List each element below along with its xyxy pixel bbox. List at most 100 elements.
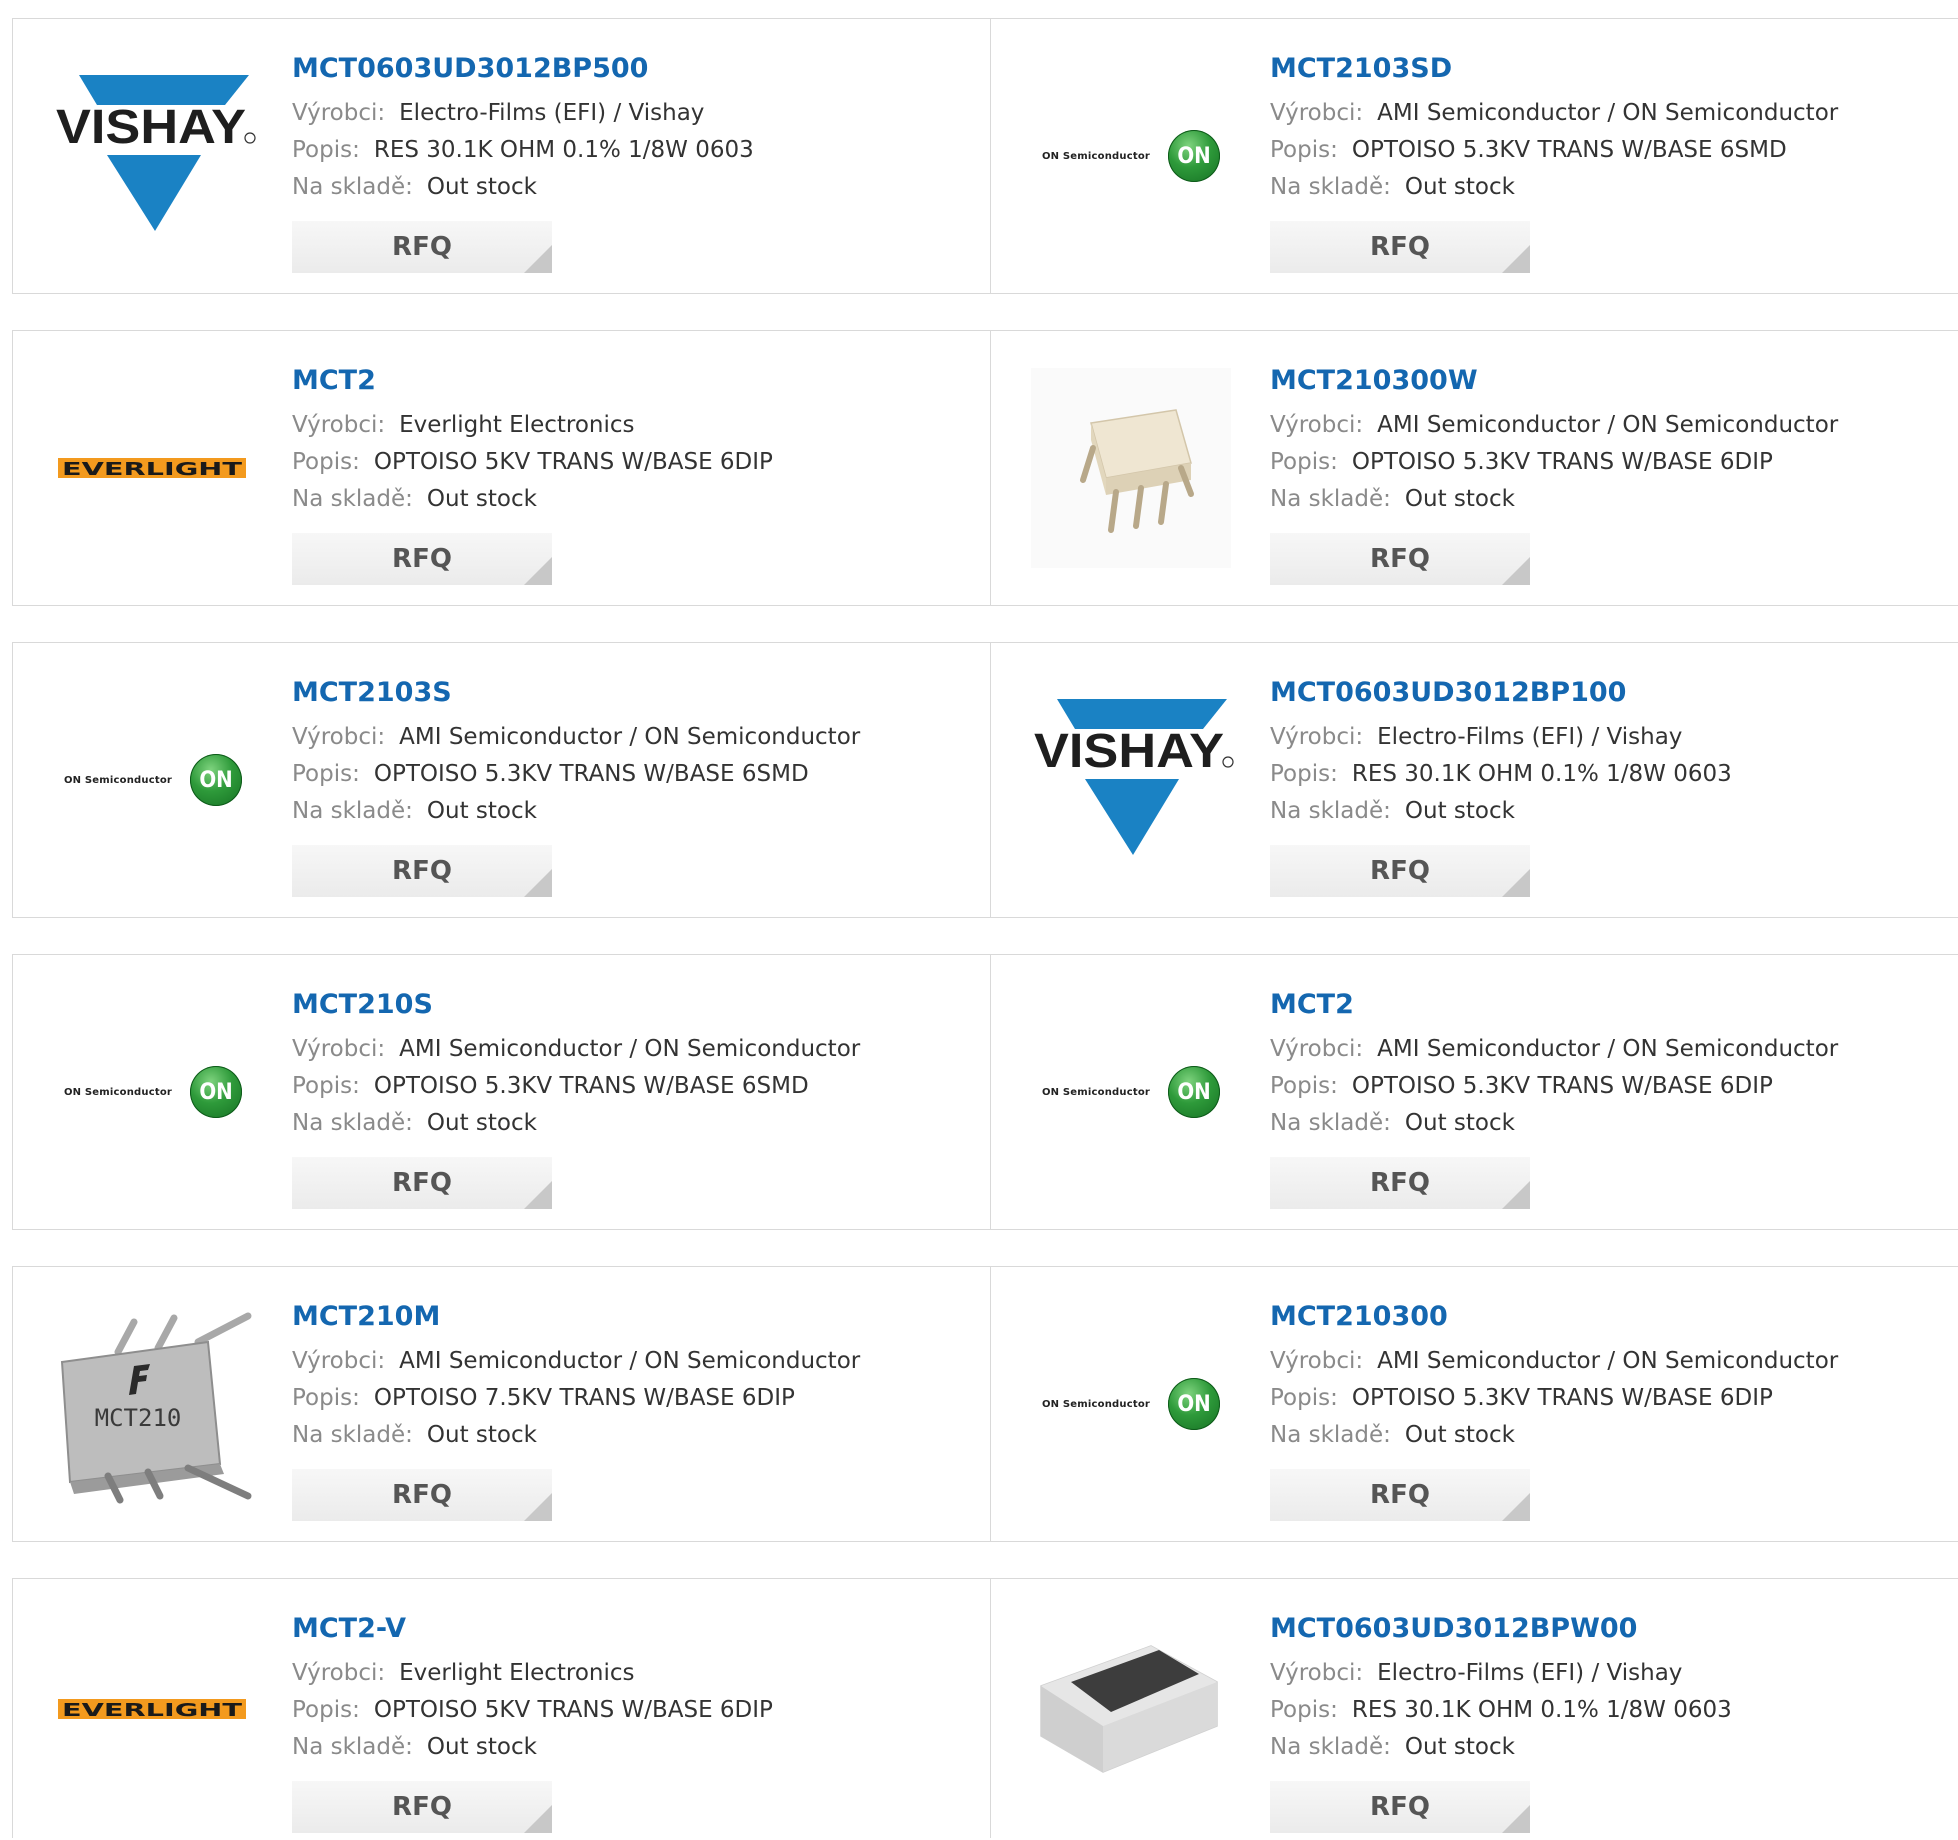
- on-logo-text: ON Semiconductor: [1041, 150, 1151, 162]
- manufacturer-label: Výrobci:: [292, 100, 386, 126]
- product-card: ON Semiconductor ON MCT2103SD Výrobci: AMI S…: [990, 18, 1958, 294]
- manufacturer-label: Výrobci:: [1270, 724, 1364, 750]
- part-number-link[interactable]: MCT2: [292, 363, 982, 399]
- manufacturer-label: Výrobci:: [1270, 100, 1364, 126]
- description-value: RES 30.1K OHM 0.1% 1/8W 0603: [373, 137, 754, 163]
- product-info: MCT2-V Výrobci: Everlight Electronics Popis…: [292, 1611, 982, 1833]
- on-logo-mark: ON Semiconductor ON: [1042, 1378, 1221, 1430]
- description-value: OPTOISO 5.3KV TRANS W/BASE 6DIP: [1351, 449, 1773, 475]
- description-label: Popis:: [1270, 1073, 1338, 1099]
- on-logo-mark: ON Semiconductor ON: [1041, 130, 1221, 182]
- stock-value: Out stock: [1404, 1734, 1515, 1760]
- on-logo-text: ON Semiconductor: [63, 1086, 173, 1098]
- rfq-button[interactable]: RFQ: [292, 221, 552, 273]
- stock-row: Na skladě: Out stock: [292, 1105, 982, 1142]
- description-label: Popis:: [1270, 1385, 1338, 1411]
- rfq-button[interactable]: RFQ: [292, 1469, 552, 1521]
- manufacturer-row: Výrobci: AMI Semiconductor / ON Semicondu…: [292, 719, 982, 756]
- svg-text:EVERLIGHT: EVERLIGHT: [62, 1700, 243, 1721]
- rfq-button[interactable]: RFQ: [1270, 1469, 1530, 1521]
- manufacturer-value: Electro-Films (EFI) / Vishay: [1377, 724, 1683, 750]
- product-card: ON Semiconductor ON MCT210S Výrobci: AMI Sem…: [12, 954, 993, 1230]
- part-number-link[interactable]: MCT210300W: [1270, 363, 1948, 399]
- stock-value: Out stock: [426, 1734, 537, 1760]
- vishay-logo: VISHAY: [33, 19, 273, 293]
- rfq-corner-decoration: [524, 869, 552, 897]
- part-number-link[interactable]: MCT2: [1270, 987, 1948, 1023]
- manufacturer-row: Výrobci: AMI Semiconductor / ON Semicondu…: [1270, 407, 1948, 444]
- description-value: OPTOISO 5.3KV TRANS W/BASE 6SMD: [1351, 137, 1787, 163]
- rfq-button[interactable]: RFQ: [1270, 221, 1530, 273]
- rfq-label: RFQ: [1370, 856, 1430, 886]
- product-info: MCT210300 Výrobci: AMI Semiconductor / ON …: [1270, 1299, 1948, 1521]
- stock-row: Na skladě: Out stock: [1270, 1729, 1948, 1766]
- product-card: MCT210 MCT210M Výrobci: AMI Semiconductor /…: [12, 1266, 993, 1542]
- product-card: ON Semiconductor ON MCT2103S Výrobci: AMI Se…: [12, 642, 993, 918]
- stock-label: Na skladě:: [292, 174, 413, 200]
- rfq-button[interactable]: RFQ: [292, 845, 552, 897]
- everlight-logo: EVERLIGHT: [33, 1579, 273, 1838]
- part-number-link[interactable]: MCT0603UD3012BPW00: [1270, 1611, 1948, 1647]
- manufacturer-row: Výrobci: Electro-Films (EFI) / Vishay: [1270, 719, 1948, 756]
- on-logo-circle: ON: [1168, 130, 1221, 182]
- stock-value: Out stock: [1404, 798, 1515, 824]
- stock-value: Out stock: [426, 1422, 537, 1448]
- part-number-link[interactable]: MCT2103SD: [1270, 51, 1948, 87]
- description-row: Popis: OPTOISO 7.5KV TRANS W/BASE 6DIP: [292, 1380, 982, 1417]
- description-label: Popis:: [1270, 449, 1338, 475]
- rfq-button[interactable]: RFQ: [292, 533, 552, 585]
- description-row: Popis: OPTOISO 5.3KV TRANS W/BASE 6DIP: [1270, 1380, 1948, 1417]
- description-label: Popis:: [292, 1697, 360, 1723]
- description-label: Popis:: [1270, 137, 1338, 163]
- part-number-link[interactable]: MCT210300: [1270, 1299, 1948, 1335]
- dip6-chip-photo: [1011, 331, 1251, 605]
- rfq-button[interactable]: RFQ: [292, 1157, 552, 1209]
- rfq-label: RFQ: [1370, 1480, 1430, 1510]
- rfq-button[interactable]: RFQ: [1270, 1781, 1530, 1833]
- manufacturer-row: Výrobci: AMI Semiconductor / ON Semicondu…: [292, 1031, 982, 1068]
- manufacturer-row: Výrobci: Electro-Films (EFI) / Vishay: [292, 95, 982, 132]
- stock-label: Na skladě:: [1270, 174, 1391, 200]
- product-card: EVERLIGHT MCT2-V Výrobci: Everlight Electro…: [12, 1578, 993, 1838]
- rfq-button[interactable]: RFQ: [1270, 1157, 1530, 1209]
- on-semiconductor-logo: ON Semiconductor ON: [1011, 955, 1251, 1229]
- part-number-link[interactable]: MCT210M: [292, 1299, 982, 1335]
- part-number-link[interactable]: MCT210S: [292, 987, 982, 1023]
- svg-text:VISHAY: VISHAY: [1034, 725, 1224, 778]
- on-logo-circle: ON: [1168, 1378, 1221, 1430]
- description-value: OPTOISO 5.3KV TRANS W/BASE 6SMD: [373, 1073, 809, 1099]
- manufacturer-label: Výrobci:: [1270, 1660, 1364, 1686]
- part-number-link[interactable]: MCT0603UD3012BP500: [292, 51, 982, 87]
- rfq-corner-decoration: [524, 245, 552, 273]
- stock-value: Out stock: [426, 1110, 537, 1136]
- on-semiconductor-logo: ON Semiconductor ON: [33, 955, 273, 1229]
- stock-value: Out stock: [1404, 174, 1515, 200]
- rfq-label: RFQ: [392, 544, 452, 574]
- manufacturer-value: AMI Semiconductor / ON Semiconductor: [399, 1036, 861, 1062]
- description-row: Popis: RES 30.1K OHM 0.1% 1/8W 0603: [292, 132, 982, 169]
- rfq-button[interactable]: RFQ: [1270, 533, 1530, 585]
- rfq-button[interactable]: RFQ: [292, 1781, 552, 1833]
- manufacturer-value: Electro-Films (EFI) / Vishay: [1377, 1660, 1683, 1686]
- stock-row: Na skladě: Out stock: [292, 1417, 982, 1454]
- part-number-link[interactable]: MCT2-V: [292, 1611, 982, 1647]
- stock-value: Out stock: [1404, 1110, 1515, 1136]
- product-card: ON Semiconductor ON MCT210300 Výrobci: AMI S…: [990, 1266, 1958, 1542]
- part-number-link[interactable]: MCT2103S: [292, 675, 982, 711]
- description-row: Popis: RES 30.1K OHM 0.1% 1/8W 0603: [1270, 756, 1948, 793]
- manufacturer-value: AMI Semiconductor / ON Semiconductor: [1377, 1348, 1839, 1374]
- smd-resistor-photo: [1011, 1579, 1251, 1838]
- product-info: MCT210M Výrobci: AMI Semiconductor / ON Se…: [292, 1299, 982, 1521]
- stock-label: Na skladě:: [292, 1422, 413, 1448]
- description-value: OPTOISO 5KV TRANS W/BASE 6DIP: [373, 449, 773, 475]
- stock-label: Na skladě:: [292, 486, 413, 512]
- product-card: EVERLIGHT MCT2 Výrobci: Everlight Electroni…: [12, 330, 993, 606]
- rfq-label: RFQ: [1370, 544, 1430, 574]
- on-logo-text: ON Semiconductor: [63, 774, 173, 786]
- product-card: VISHAY MCT0603UD3012BP100 Výrobci: Electro-…: [990, 642, 1958, 918]
- rfq-button[interactable]: RFQ: [1270, 845, 1530, 897]
- part-number-link[interactable]: MCT0603UD3012BP100: [1270, 675, 1948, 711]
- rfq-corner-decoration: [1502, 1493, 1530, 1521]
- rfq-corner-decoration: [524, 1493, 552, 1521]
- description-row: Popis: RES 30.1K OHM 0.1% 1/8W 0603: [1270, 1692, 1948, 1729]
